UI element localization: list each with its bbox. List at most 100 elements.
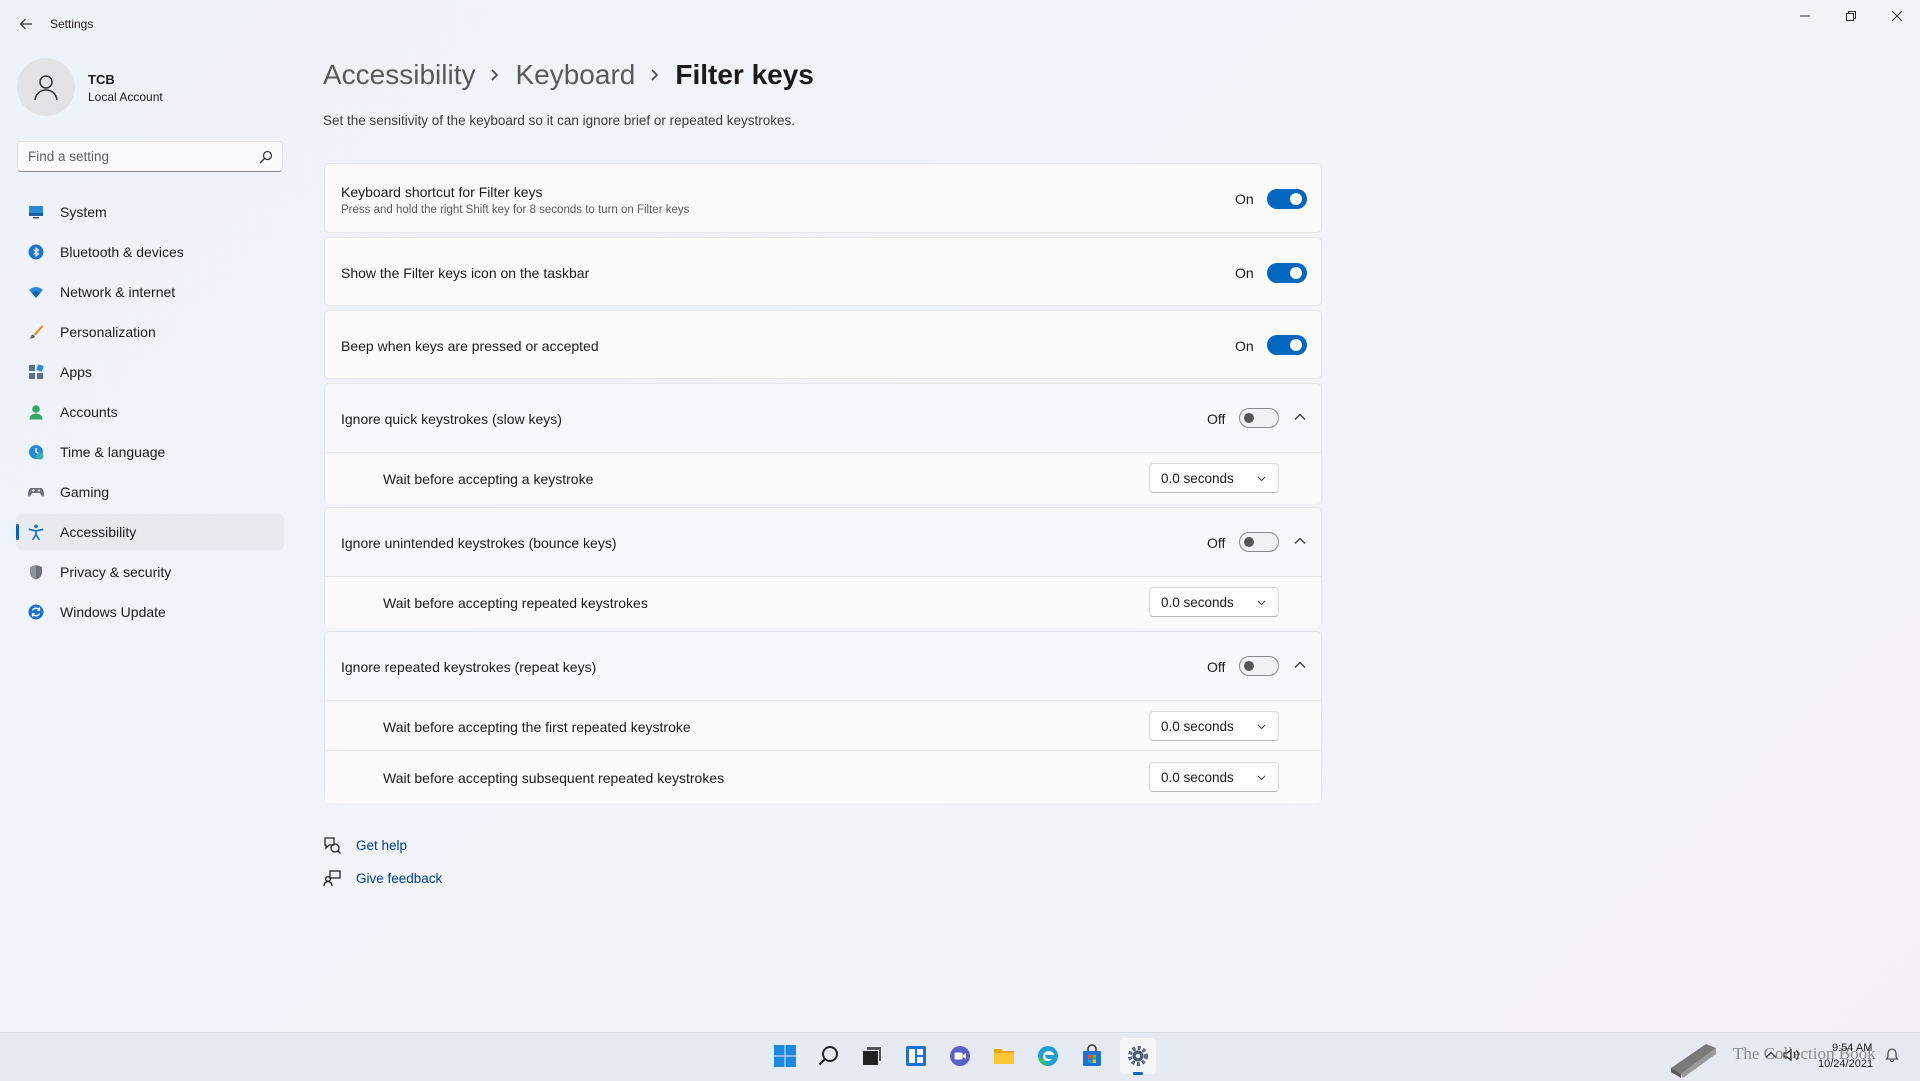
setting-title: Ignore quick keystrokes (slow keys) bbox=[341, 411, 562, 427]
folder-icon bbox=[994, 1049, 1014, 1064]
taskbar-icon-toggle[interactable] bbox=[1267, 263, 1307, 283]
search-input[interactable] bbox=[28, 142, 248, 171]
sidebar-item-label: Bluetooth & devices bbox=[60, 244, 184, 260]
sidebar-item-gaming[interactable]: Gaming bbox=[16, 474, 284, 510]
sidebar-item-personalization[interactable]: Personalization bbox=[16, 314, 284, 350]
toggle-state-label: Off bbox=[1207, 411, 1226, 427]
volume-icon[interactable] bbox=[1782, 1046, 1800, 1064]
chevron-down-icon bbox=[1257, 600, 1266, 606]
page-description: Set the sensitivity of the keyboard so i… bbox=[323, 113, 795, 128]
setting-title: Keyboard shortcut for Filter keys bbox=[341, 184, 543, 200]
toggle-knob bbox=[1244, 537, 1254, 547]
store-bag-icon bbox=[1083, 1044, 1101, 1066]
slow-keys-toggle[interactable] bbox=[1239, 408, 1279, 428]
file-explorer-button[interactable] bbox=[988, 1040, 1020, 1072]
get-help-link[interactable]: Get help bbox=[323, 834, 407, 856]
gear-icon bbox=[1128, 1046, 1148, 1066]
person-icon bbox=[28, 404, 44, 420]
sidebar-item-network[interactable]: Network & internet bbox=[16, 274, 284, 310]
toggle-knob bbox=[1244, 413, 1254, 423]
minimize-icon bbox=[1800, 15, 1810, 17]
repeat-keys-first-dropdown[interactable]: 0.0 seconds bbox=[1149, 711, 1279, 741]
sidebar-item-accounts[interactable]: Accounts bbox=[16, 394, 284, 430]
sidebar-item-accessibility[interactable]: Accessibility bbox=[16, 514, 284, 550]
windows-logo-icon bbox=[774, 1045, 796, 1067]
restore-button[interactable] bbox=[1828, 0, 1874, 32]
setting-subtitle: Press and hold the right Shift key for 8… bbox=[341, 204, 690, 216]
sidebar-item-label: Accounts bbox=[60, 404, 118, 420]
sidebar-item-label: Gaming bbox=[60, 484, 110, 500]
chevron-up-icon[interactable] bbox=[1293, 658, 1307, 672]
account-type: Local Account bbox=[88, 90, 163, 104]
beep-toggle[interactable] bbox=[1267, 335, 1307, 355]
breadcrumb-accessibility[interactable]: Accessibility bbox=[323, 59, 475, 91]
sidebar-item-system[interactable]: System bbox=[16, 194, 284, 230]
update-icon bbox=[28, 604, 44, 620]
repeat-keys-subsequent-row: Wait before accepting subsequent repeate… bbox=[325, 750, 1321, 803]
task-view-button[interactable] bbox=[856, 1040, 888, 1072]
restore-icon bbox=[1846, 11, 1856, 21]
repeat-keys-toggle[interactable] bbox=[1239, 656, 1279, 676]
dropdown-value: 0.0 seconds bbox=[1161, 595, 1234, 610]
sidebar-item-label: Windows Update bbox=[60, 604, 166, 620]
search-icon[interactable] bbox=[259, 150, 273, 164]
shortcut-toggle[interactable] bbox=[1267, 189, 1307, 209]
widgets-button[interactable] bbox=[900, 1040, 932, 1072]
toggle-knob bbox=[1244, 661, 1254, 671]
avatar[interactable] bbox=[17, 58, 75, 116]
bounce-keys-toggle[interactable] bbox=[1239, 532, 1279, 552]
chevron-right-icon bbox=[635, 68, 675, 82]
start-button[interactable] bbox=[769, 1040, 801, 1072]
give-feedback-text[interactable]: Give feedback bbox=[356, 871, 442, 886]
clock-date[interactable]: 10/24/2021 bbox=[1818, 1058, 1873, 1070]
taskbar-search-button[interactable] bbox=[813, 1040, 845, 1072]
give-feedback-link[interactable]: Give feedback bbox=[323, 867, 442, 889]
search-box[interactable] bbox=[17, 141, 283, 172]
chevron-up-icon[interactable] bbox=[1293, 534, 1307, 548]
chat-button[interactable] bbox=[944, 1040, 976, 1072]
back-button[interactable] bbox=[14, 12, 38, 36]
sidebar-item-apps[interactable]: Apps bbox=[16, 354, 284, 390]
slow-keys-wait-dropdown[interactable]: 0.0 seconds bbox=[1149, 463, 1279, 493]
setting-title: Ignore unintended keystrokes (bounce key… bbox=[341, 535, 617, 551]
gamepad-icon bbox=[28, 484, 44, 500]
sidebar-item-bluetooth[interactable]: Bluetooth & devices bbox=[16, 234, 284, 270]
slow-keys-wait-row: Wait before accepting a keystroke 0.0 se… bbox=[325, 452, 1321, 504]
sidebar-item-label: System bbox=[60, 204, 107, 220]
clock-time[interactable]: 9:54 AM bbox=[1832, 1042, 1872, 1054]
chevron-up-icon[interactable] bbox=[1764, 1048, 1778, 1062]
sidebar-item-privacy-security[interactable]: Privacy & security bbox=[16, 554, 284, 590]
toggle-knob bbox=[1290, 267, 1302, 279]
brush-icon bbox=[28, 324, 44, 340]
sidebar-item-time-language[interactable]: Time & language bbox=[16, 434, 284, 470]
dropdown-value: 0.0 seconds bbox=[1161, 471, 1234, 486]
settings-taskbar-button[interactable] bbox=[1120, 1038, 1156, 1075]
sidebar-item-windows-update[interactable]: Windows Update bbox=[16, 594, 284, 630]
toggle-knob bbox=[1290, 339, 1302, 351]
minimize-button[interactable] bbox=[1782, 0, 1828, 32]
edge-browser-button[interactable] bbox=[1032, 1040, 1064, 1072]
setting-beep: Beep when keys are pressed or accepted O… bbox=[324, 310, 1322, 379]
chevron-up-icon[interactable] bbox=[1293, 410, 1307, 424]
close-icon bbox=[1892, 11, 1902, 21]
breadcrumb-keyboard[interactable]: Keyboard bbox=[515, 59, 635, 91]
sidebar-item-label: Apps bbox=[60, 364, 92, 380]
user-name: TCB bbox=[88, 72, 115, 87]
notification-icon[interactable] bbox=[1884, 1046, 1900, 1062]
dropdown-value: 0.0 seconds bbox=[1161, 719, 1234, 734]
store-button[interactable] bbox=[1076, 1040, 1108, 1072]
get-help-text[interactable]: Get help bbox=[356, 838, 407, 853]
close-button[interactable] bbox=[1874, 0, 1920, 32]
setting-title: Wait before accepting a keystroke bbox=[383, 471, 594, 487]
repeat-keys-subsequent-dropdown[interactable]: 0.0 seconds bbox=[1149, 762, 1279, 792]
title-bar: Settings bbox=[0, 0, 1920, 48]
shield-icon bbox=[28, 564, 44, 580]
sidebar-nav: System Bluetooth & devices Network & int… bbox=[16, 194, 284, 634]
sidebar-item-label: Personalization bbox=[60, 324, 156, 340]
bounce-keys-wait-dropdown[interactable]: 0.0 seconds bbox=[1149, 587, 1279, 617]
bounce-keys-wait-row: Wait before accepting repeated keystroke… bbox=[325, 576, 1321, 628]
setting-taskbar-icon: Show the Filter keys icon on the taskbar… bbox=[324, 237, 1322, 306]
repeat-keys-first-row: Wait before accepting the first repeated… bbox=[325, 700, 1321, 751]
chevron-right-icon bbox=[475, 68, 515, 82]
task-view-icon bbox=[863, 1047, 881, 1065]
